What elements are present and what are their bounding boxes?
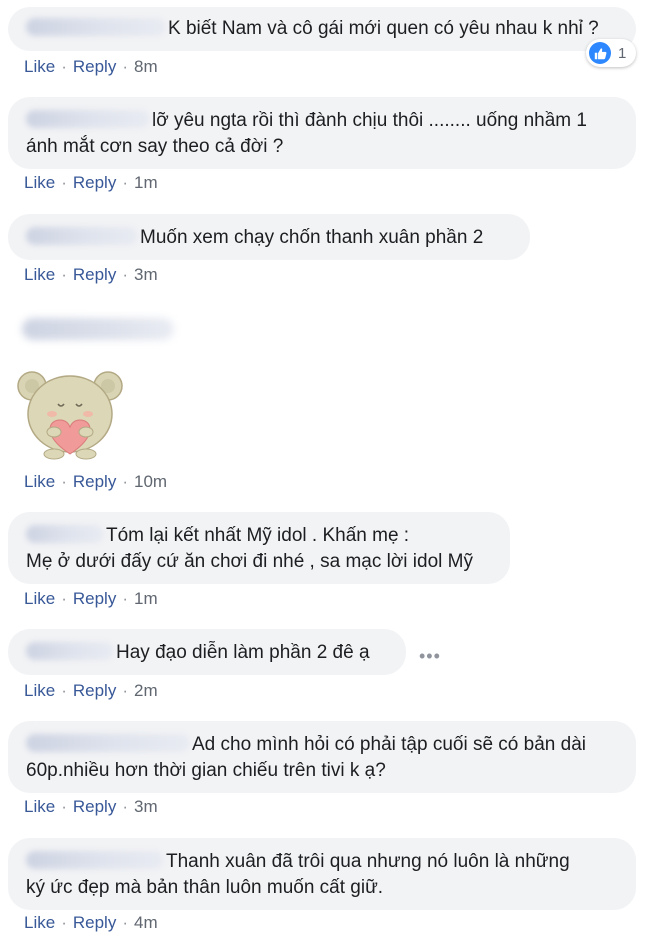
separator: · xyxy=(61,797,67,816)
bear-heart-sticker xyxy=(17,371,123,460)
timestamp[interactable]: 4m xyxy=(134,913,158,932)
reply-link[interactable]: Reply xyxy=(73,797,116,816)
like-link[interactable]: Like xyxy=(24,797,55,816)
author-name-blurred[interactable] xyxy=(22,318,174,340)
comment-actions: Like · Reply · 8m xyxy=(24,57,158,77)
reply-link[interactable]: Reply xyxy=(73,681,116,700)
separator: · xyxy=(122,472,128,491)
reply-link[interactable]: Reply xyxy=(73,472,116,491)
timestamp[interactable]: 1m xyxy=(134,173,158,192)
timestamp[interactable]: 3m xyxy=(134,265,158,284)
separator: · xyxy=(122,913,128,932)
author-name-blurred[interactable] xyxy=(26,226,138,245)
comment-bubble: Thanh xuân đã trôi qua nhưng nó luôn là … xyxy=(8,838,636,910)
author-name-blurred[interactable] xyxy=(26,524,104,543)
comment-actions: Like · Reply · 3m xyxy=(24,265,158,285)
timestamp[interactable]: 3m xyxy=(134,797,158,816)
like-link[interactable]: Like xyxy=(24,173,55,192)
comment-actions: Like · Reply · 2m xyxy=(24,681,158,701)
author-name-blurred[interactable] xyxy=(26,733,190,752)
separator: · xyxy=(61,913,67,932)
comment-text: K biết Nam và cô gái mới quen có yêu nha… xyxy=(168,18,599,39)
comment-actions: Like · Reply · 3m xyxy=(24,797,158,817)
like-link[interactable]: Like xyxy=(24,913,55,932)
author-name-blurred[interactable] xyxy=(26,641,114,660)
separator: · xyxy=(61,472,67,491)
separator: · xyxy=(61,57,67,76)
more-options-button[interactable]: ••• xyxy=(419,646,441,667)
author-name-blurred[interactable] xyxy=(26,17,166,36)
reaction-badge[interactable]: 1 xyxy=(586,39,636,67)
comment-text: Ad cho mình hỏi có phải tập cuối sẽ có b… xyxy=(192,734,586,755)
comment-bubble: Tóm lại kết nhất Mỹ idol . Khấn mẹ : Mẹ … xyxy=(8,512,510,584)
like-link[interactable]: Like xyxy=(24,589,55,608)
timestamp[interactable]: 8m xyxy=(134,57,158,76)
separator: · xyxy=(122,57,128,76)
comment-text: 60p.nhiều hơn thời gian chiếu trên tivi … xyxy=(26,760,386,781)
comment-actions: Like · Reply · 1m xyxy=(24,589,158,609)
reply-link[interactable]: Reply xyxy=(73,589,116,608)
author-name-blurred[interactable] xyxy=(26,850,164,869)
reaction-count: 1 xyxy=(618,44,627,62)
reply-link[interactable]: Reply xyxy=(73,913,116,932)
separator: · xyxy=(122,265,128,284)
comment-actions: Like · Reply · 10m xyxy=(24,472,167,492)
separator: · xyxy=(61,173,67,192)
like-link[interactable]: Like xyxy=(24,472,55,491)
separator: · xyxy=(61,589,67,608)
separator: · xyxy=(122,173,128,192)
comment-bubble: Muốn xem chạy chốn thanh xuân phần 2 xyxy=(8,214,530,260)
timestamp[interactable]: 1m xyxy=(134,589,158,608)
author-name-blurred[interactable] xyxy=(26,109,150,128)
reply-link[interactable]: Reply xyxy=(73,57,116,76)
separator: · xyxy=(122,589,128,608)
comment-bubble: Hay đạo diễn làm phần 2 đê ạ xyxy=(8,629,406,675)
like-link[interactable]: Like xyxy=(24,57,55,76)
comment-text: lỡ yêu ngta rồi thì đành chịu thôi .....… xyxy=(152,110,587,131)
comment-bubble: lỡ yêu ngta rồi thì đành chịu thôi .....… xyxy=(8,97,636,169)
timestamp[interactable]: 2m xyxy=(134,681,158,700)
comment-text: Tóm lại kết nhất Mỹ idol . Khấn mẹ : xyxy=(106,525,410,546)
reply-link[interactable]: Reply xyxy=(73,265,116,284)
comment-text: ánh mắt cơn say theo cả đời ? xyxy=(26,136,284,157)
separator: · xyxy=(61,265,67,284)
comment-actions: Like · Reply · 1m xyxy=(24,173,158,193)
comment-bubble: Ad cho mình hỏi có phải tập cuối sẽ có b… xyxy=(8,721,636,793)
separator: · xyxy=(61,681,67,700)
comment-bubble: K biết Nam và cô gái mới quen có yêu nha… xyxy=(8,7,636,51)
comment-actions: Like · Reply · 4m xyxy=(24,913,158,933)
separator: · xyxy=(122,797,128,816)
comment-text: ký ức đẹp mà bản thân luôn muốn cất giữ. xyxy=(26,877,384,898)
comment-text: Hay đạo diễn làm phần 2 đê ạ xyxy=(116,642,370,663)
reply-link[interactable]: Reply xyxy=(73,173,116,192)
comment-text: Muốn xem chạy chốn thanh xuân phần 2 xyxy=(140,227,484,248)
comment-text: Mẹ ở dưới đấy cứ ăn chơi đi nhé , sa mạc… xyxy=(26,551,473,572)
timestamp[interactable]: 10m xyxy=(134,472,167,491)
like-link[interactable]: Like xyxy=(24,681,55,700)
like-link[interactable]: Like xyxy=(24,265,55,284)
separator: · xyxy=(122,681,128,700)
like-reaction-icon xyxy=(589,42,611,64)
comment-text: Thanh xuân đã trôi qua nhưng nó luôn là … xyxy=(166,851,570,872)
